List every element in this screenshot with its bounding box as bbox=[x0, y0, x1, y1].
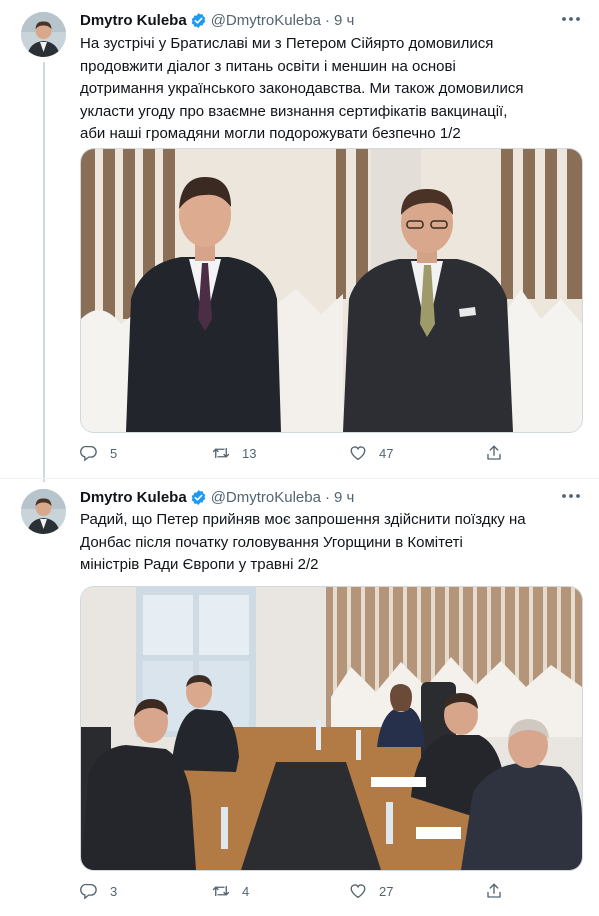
like-button[interactable]: 27 bbox=[349, 882, 393, 900]
share-button[interactable] bbox=[485, 444, 503, 462]
reply-icon bbox=[80, 445, 97, 462]
tweet-text: Радий, що Петер прийняв моє запрошення з… bbox=[80, 509, 580, 577]
tweet-text-line: міністрів Ради Європи у травні 2/2 bbox=[80, 556, 319, 573]
tweet-text-line: дотримання українського законодавства. М… bbox=[80, 80, 524, 97]
retweet-count: 13 bbox=[242, 445, 257, 461]
tweet-text-line: укласти угоду про взаємне визнання серти… bbox=[80, 102, 508, 120]
tweet-timestamp[interactable]: 9 ч bbox=[334, 489, 354, 506]
tweet-text: На зустрічі у Братиславі ми з Петером Сі… bbox=[80, 33, 580, 146]
tweet-text-line: продовжити діалог з питань освіти і менш… bbox=[80, 57, 456, 75]
share-icon bbox=[487, 883, 501, 898]
like-count: 27 bbox=[379, 883, 394, 899]
like-icon bbox=[350, 446, 366, 461]
share-button[interactable] bbox=[485, 882, 503, 900]
tweet-text-line: Радий, що Петер прийняв моє запрошення з… bbox=[80, 511, 526, 528]
tweet-actions: 5 13 47 bbox=[80, 444, 520, 464]
author-name[interactable]: Dmytro Kuleba bbox=[80, 489, 187, 506]
reply-icon bbox=[80, 883, 97, 900]
reply-count: 3 bbox=[110, 883, 118, 899]
tweet-photo[interactable] bbox=[80, 586, 583, 871]
tweet-timestamp[interactable]: 9 ч bbox=[334, 12, 354, 29]
tweet-photo[interactable] bbox=[80, 148, 583, 433]
retweet-button[interactable]: 13 bbox=[212, 444, 256, 462]
avatar[interactable] bbox=[21, 489, 66, 534]
retweet-icon bbox=[212, 447, 230, 459]
reply-count: 5 bbox=[110, 445, 118, 461]
tweet[interactable]: Dmytro Kuleba @DmytroKuleba · 9 ч Радий,… bbox=[0, 478, 599, 916]
reply-button[interactable]: 3 bbox=[80, 882, 117, 900]
more-icon[interactable] bbox=[559, 486, 583, 506]
reply-button[interactable]: 5 bbox=[80, 444, 117, 462]
author-name[interactable]: Dmytro Kuleba bbox=[80, 12, 187, 29]
retweet-icon bbox=[212, 885, 230, 897]
verified-badge-icon bbox=[191, 12, 205, 28]
like-button[interactable]: 47 bbox=[349, 444, 393, 462]
like-count: 47 bbox=[379, 445, 394, 461]
separator-dot: · bbox=[324, 11, 330, 29]
tweet[interactable]: Dmytro Kuleba @DmytroKuleba · 9 ч На зус… bbox=[0, 0, 599, 478]
tweet-text-line: Донбас після початку головування Угорщин… bbox=[80, 533, 463, 551]
tweet-text-line: На зустрічі у Братиславі ми з Петером Сі… bbox=[80, 35, 494, 52]
tweet-header: Dmytro Kuleba @DmytroKuleba · 9 ч bbox=[80, 487, 354, 507]
verified-badge-icon bbox=[191, 489, 205, 505]
tweet-text-line: аби наші громадяни могли подорожувати бе… bbox=[80, 125, 461, 142]
separator-dot: · bbox=[324, 488, 330, 506]
more-icon[interactable] bbox=[559, 9, 583, 29]
share-icon bbox=[487, 445, 501, 460]
like-icon bbox=[350, 884, 366, 899]
author-handle[interactable]: @DmytroKuleba bbox=[211, 489, 321, 506]
author-handle[interactable]: @DmytroKuleba bbox=[211, 12, 321, 29]
retweet-button[interactable]: 4 bbox=[212, 882, 249, 900]
retweet-count: 4 bbox=[242, 883, 250, 899]
tweet-actions: 3 4 27 bbox=[80, 882, 520, 902]
tweet-header: Dmytro Kuleba @DmytroKuleba · 9 ч bbox=[80, 10, 354, 30]
avatar[interactable] bbox=[21, 12, 66, 57]
